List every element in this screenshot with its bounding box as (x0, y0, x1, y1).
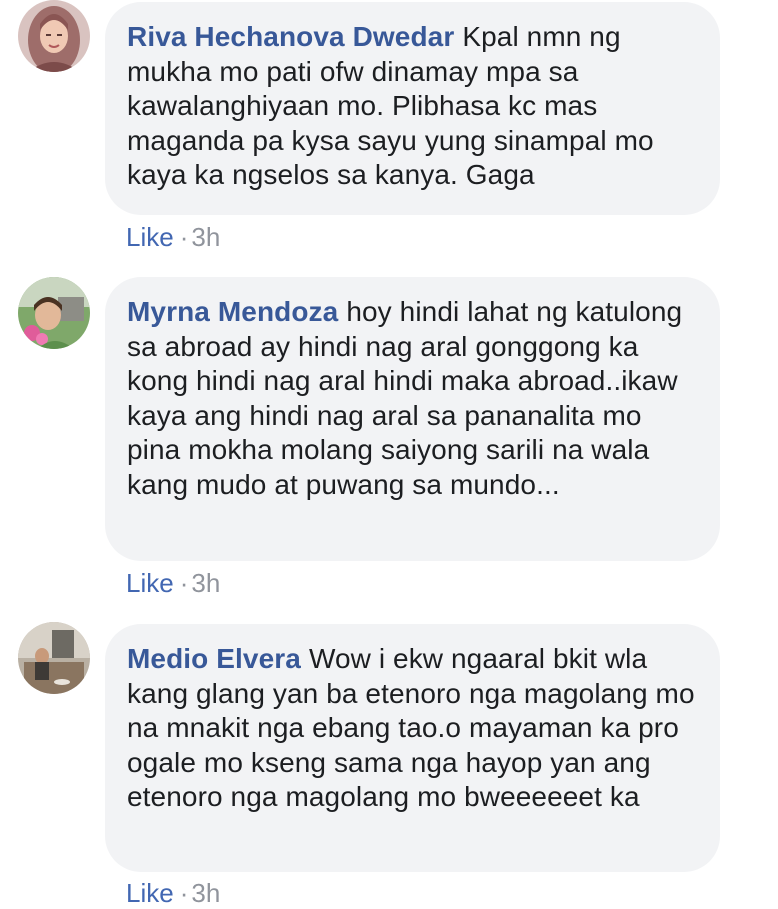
profile-photo-icon (18, 622, 90, 694)
comment-author-name[interactable]: Riva Hechanova Dwedar (127, 21, 454, 52)
like-button[interactable]: Like (126, 568, 174, 598)
comment-body: Riva Hechanova Dwedar Kpal nmn ng mukha m… (127, 20, 696, 193)
comment-author-name[interactable]: Myrna Mendoza (127, 296, 338, 327)
comment-timestamp[interactable]: 3h (191, 222, 220, 252)
avatar[interactable] (18, 0, 90, 72)
comment-timestamp[interactable]: 3h (191, 878, 220, 908)
comment-body: Medio Elvera Wow i ekw ngaaral bkit wla k… (127, 642, 696, 815)
comment-thread: Riva Hechanova Dwedar Kpal nmn ng mukha m… (0, 0, 778, 909)
separator-dot: · (179, 878, 189, 908)
comment-author-name[interactable]: Medio Elvera (127, 643, 301, 674)
comment-actions: Like · 3h (126, 878, 220, 909)
profile-photo-icon (18, 0, 90, 72)
separator-dot: · (179, 222, 189, 252)
comment-actions: Like · 3h (126, 568, 220, 599)
like-button[interactable]: Like (126, 878, 174, 908)
comment-timestamp[interactable]: 3h (191, 568, 220, 598)
comment-actions: Like · 3h (126, 222, 220, 253)
avatar[interactable] (18, 277, 90, 349)
comment-bubble: Medio Elvera Wow i ekw ngaaral bkit wla k… (105, 624, 720, 872)
comment-bubble: Riva Hechanova Dwedar Kpal nmn ng mukha m… (105, 2, 720, 215)
separator-dot: · (179, 568, 189, 598)
profile-photo-icon (18, 277, 90, 349)
comment-bubble: Myrna Mendoza hoy hindi lahat ng katulong… (105, 277, 720, 561)
like-button[interactable]: Like (126, 222, 174, 252)
avatar[interactable] (18, 622, 90, 694)
comment-body: Myrna Mendoza hoy hindi lahat ng katulong… (127, 295, 696, 502)
